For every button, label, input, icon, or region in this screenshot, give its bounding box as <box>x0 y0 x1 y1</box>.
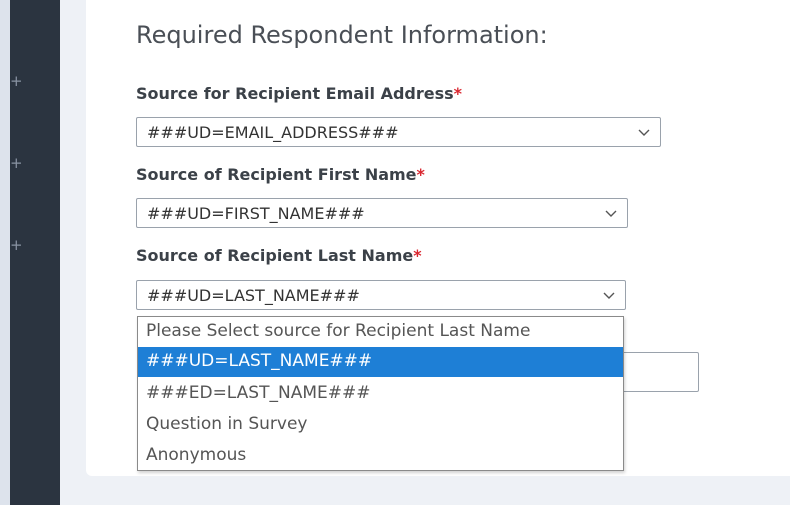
dropdown-option-label: ###UD=LAST_NAME### <box>146 351 373 371</box>
required-asterisk: * <box>416 165 425 184</box>
left-edge-strip <box>0 0 10 505</box>
chevron-down-icon <box>638 129 650 136</box>
dropdown-option-label: Anonymous <box>146 445 247 465</box>
dropdown-option[interactable]: Please Select source for Recipient Last … <box>138 317 623 347</box>
required-asterisk: * <box>413 246 422 265</box>
dropdown-option[interactable]: Anonymous <box>138 441 623 471</box>
dropdown-option-label: Please Select source for Recipient Last … <box>146 321 531 341</box>
section-title: Required Respondent Information: <box>136 21 548 49</box>
first-name-source-label-text: Source of Recipient First Name <box>136 165 417 184</box>
first-name-source-label: Source of Recipient First Name* <box>136 165 425 184</box>
last-name-source-value: ###UD=LAST_NAME### <box>147 286 360 305</box>
email-source-value: ###UD=EMAIL_ADDRESS### <box>147 123 399 142</box>
hidden-text-input[interactable] <box>620 352 699 392</box>
email-source-label-text: Source for Recipient Email Address <box>136 84 454 103</box>
dropdown-option-label: ###ED=LAST_NAME### <box>146 383 371 403</box>
plus-icon[interactable]: + <box>10 156 23 171</box>
dropdown-option-label: Question in Survey <box>146 414 308 434</box>
last-name-source-label: Source of Recipient Last Name* <box>136 246 422 265</box>
first-name-source-select[interactable]: ###UD=FIRST_NAME### <box>136 198 628 228</box>
chevron-down-icon <box>603 292 615 299</box>
chevron-down-icon <box>605 210 617 217</box>
last-name-source-select[interactable]: ###UD=LAST_NAME### <box>136 280 626 310</box>
dropdown-option[interactable]: ###ED=LAST_NAME### <box>138 379 623 409</box>
plus-icon[interactable]: + <box>10 74 23 89</box>
last-name-source-dropdown-list: Please Select source for Recipient Last … <box>137 316 624 471</box>
last-name-source-label-text: Source of Recipient Last Name <box>136 246 414 265</box>
first-name-source-value: ###UD=FIRST_NAME### <box>147 204 365 223</box>
email-source-select[interactable]: ###UD=EMAIL_ADDRESS### <box>136 117 661 147</box>
required-asterisk: * <box>453 84 463 103</box>
sidebar: + + + <box>10 0 60 505</box>
dropdown-option[interactable]: Question in Survey <box>138 410 623 440</box>
dropdown-option-selected[interactable]: ###UD=LAST_NAME### <box>138 347 623 377</box>
plus-icon[interactable]: + <box>10 238 23 253</box>
email-source-label: Source for Recipient Email Address* <box>136 84 462 103</box>
